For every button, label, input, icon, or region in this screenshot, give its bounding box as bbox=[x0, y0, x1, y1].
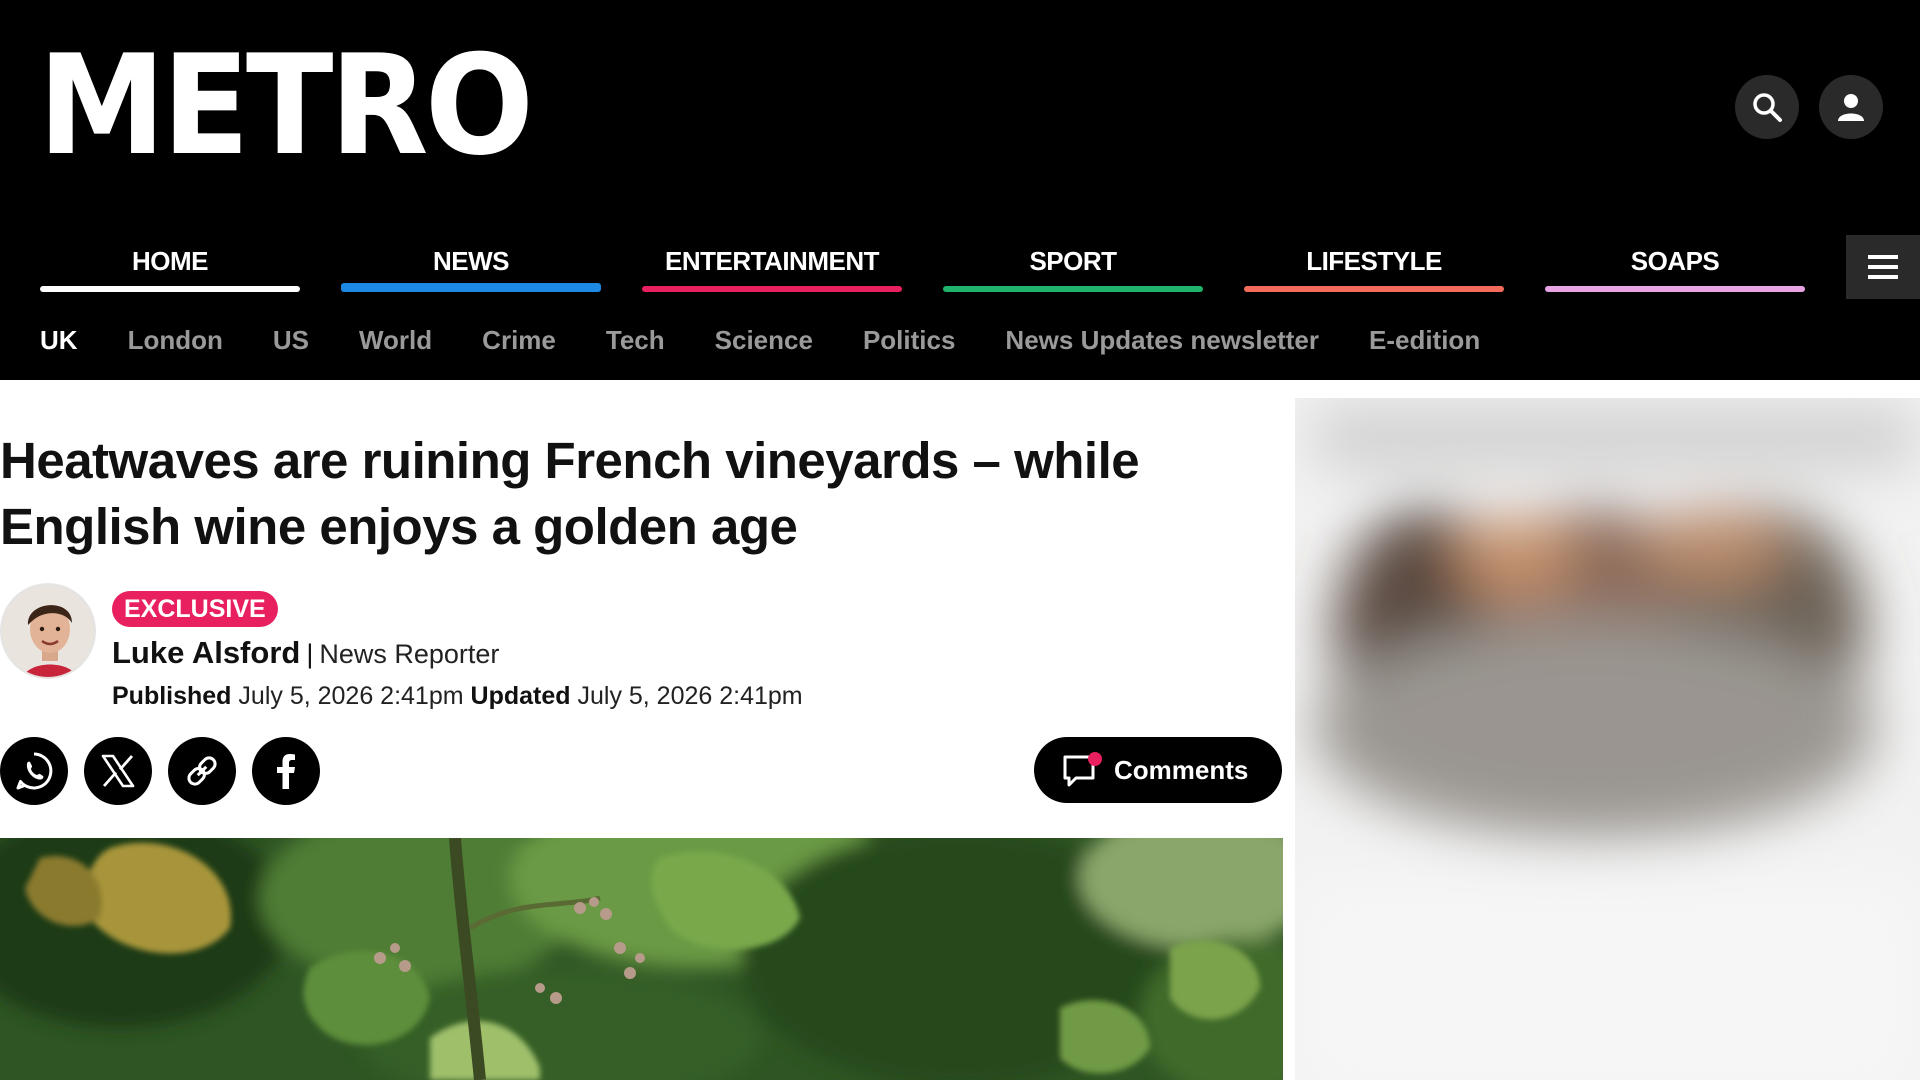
byline: Luke Alsford | News Reporter bbox=[112, 633, 499, 674]
share-buttons bbox=[0, 737, 320, 805]
subnav-politics[interactable]: Politics bbox=[863, 318, 955, 362]
author-avatar[interactable] bbox=[0, 583, 96, 679]
account-button[interactable] bbox=[1819, 75, 1883, 139]
nav-sport[interactable]: SPORT bbox=[943, 238, 1203, 294]
nav-soaps-label: SOAPS bbox=[1630, 246, 1720, 276]
blurred-advert-image bbox=[1295, 398, 1920, 1080]
nav-home-label: HOME bbox=[132, 246, 209, 276]
vineyard-photo bbox=[0, 838, 1283, 1080]
menu-button[interactable] bbox=[1846, 235, 1920, 299]
link-icon bbox=[187, 756, 217, 786]
nav-news[interactable]: NEWS bbox=[341, 238, 601, 294]
x-icon bbox=[101, 754, 135, 788]
subnav-e-edition[interactable]: E-edition bbox=[1369, 318, 1480, 362]
author-block: EXCLUSIVE Luke Alsford | News Reporter Pub… bbox=[0, 583, 1280, 723]
exclusive-badge: EXCLUSIVE bbox=[112, 591, 278, 627]
comments-button[interactable]: Comments bbox=[1034, 737, 1282, 803]
author-name[interactable]: Luke Alsford bbox=[112, 635, 300, 670]
share-whatsapp-button[interactable] bbox=[0, 737, 68, 805]
nav-entertainment[interactable]: ENTERTAINMENT bbox=[642, 238, 902, 294]
metro-logo[interactable]: METRO bbox=[38, 26, 534, 186]
subnav-london[interactable]: London bbox=[128, 318, 223, 362]
search-button[interactable] bbox=[1735, 75, 1799, 139]
nav-soaps[interactable]: SOAPS bbox=[1545, 238, 1805, 294]
author-photo bbox=[2, 585, 94, 677]
comments-label: Comments bbox=[1114, 754, 1249, 785]
subnav-science[interactable]: Science bbox=[715, 318, 813, 362]
share-facebook-button[interactable] bbox=[252, 737, 320, 805]
subnav-news-updates-newsletter[interactable]: News Updates newsletter bbox=[1005, 318, 1319, 362]
updated-label: Updated bbox=[470, 682, 571, 710]
user-icon bbox=[1838, 94, 1864, 121]
nav-lifestyle-underline bbox=[1244, 286, 1504, 292]
whatsapp-icon bbox=[16, 752, 53, 790]
nav-news-underline bbox=[341, 283, 601, 292]
hamburger-menu-icon bbox=[1868, 255, 1898, 279]
subnav-us[interactable]: US bbox=[273, 318, 309, 362]
published-label: Published bbox=[112, 682, 232, 710]
article-hero-image bbox=[0, 838, 1283, 1080]
subnav-uk[interactable]: UK bbox=[40, 318, 78, 362]
nav-sport-underline bbox=[943, 286, 1203, 292]
byline-separator: | bbox=[306, 639, 314, 669]
nav-sport-label: SPORT bbox=[1029, 246, 1117, 276]
published-date: July 5, 2026 2:41pm bbox=[238, 682, 464, 710]
facebook-icon bbox=[277, 754, 295, 789]
nav-entertainment-underline bbox=[642, 286, 902, 292]
subnav-world[interactable]: World bbox=[359, 318, 432, 362]
nav-lifestyle-label: LIFESTYLE bbox=[1306, 246, 1442, 276]
article-dates: Published July 5, 2026 2:41pm Updated Ju… bbox=[112, 677, 803, 715]
sub-nav: UK London US World Crime Tech Science Po… bbox=[40, 318, 1530, 362]
nav-soaps-underline bbox=[1545, 286, 1805, 292]
nav-lifestyle[interactable]: LIFESTYLE bbox=[1244, 238, 1504, 294]
sidebar-advert[interactable] bbox=[1295, 398, 1920, 1080]
author-role: News Reporter bbox=[319, 639, 500, 669]
comment-icon bbox=[1062, 751, 1104, 789]
site-header: METRO HOME NEWS ENTERTAINMENT SPORT LIFE… bbox=[0, 0, 1920, 380]
search-icon bbox=[1753, 93, 1782, 122]
updated-date: July 5, 2026 2:41pm bbox=[577, 682, 803, 710]
nav-news-label: NEWS bbox=[433, 246, 510, 276]
nav-home[interactable]: HOME bbox=[40, 238, 300, 294]
copy-link-button[interactable] bbox=[168, 737, 236, 805]
article-headline: Heatwaves are ruining French vineyards –… bbox=[0, 432, 1140, 555]
nav-home-underline bbox=[40, 286, 300, 292]
nav-entertainment-label: ENTERTAINMENT bbox=[664, 246, 880, 276]
subnav-tech[interactable]: Tech bbox=[606, 318, 665, 362]
share-x-button[interactable] bbox=[84, 737, 152, 805]
subnav-crime[interactable]: Crime bbox=[482, 318, 556, 362]
